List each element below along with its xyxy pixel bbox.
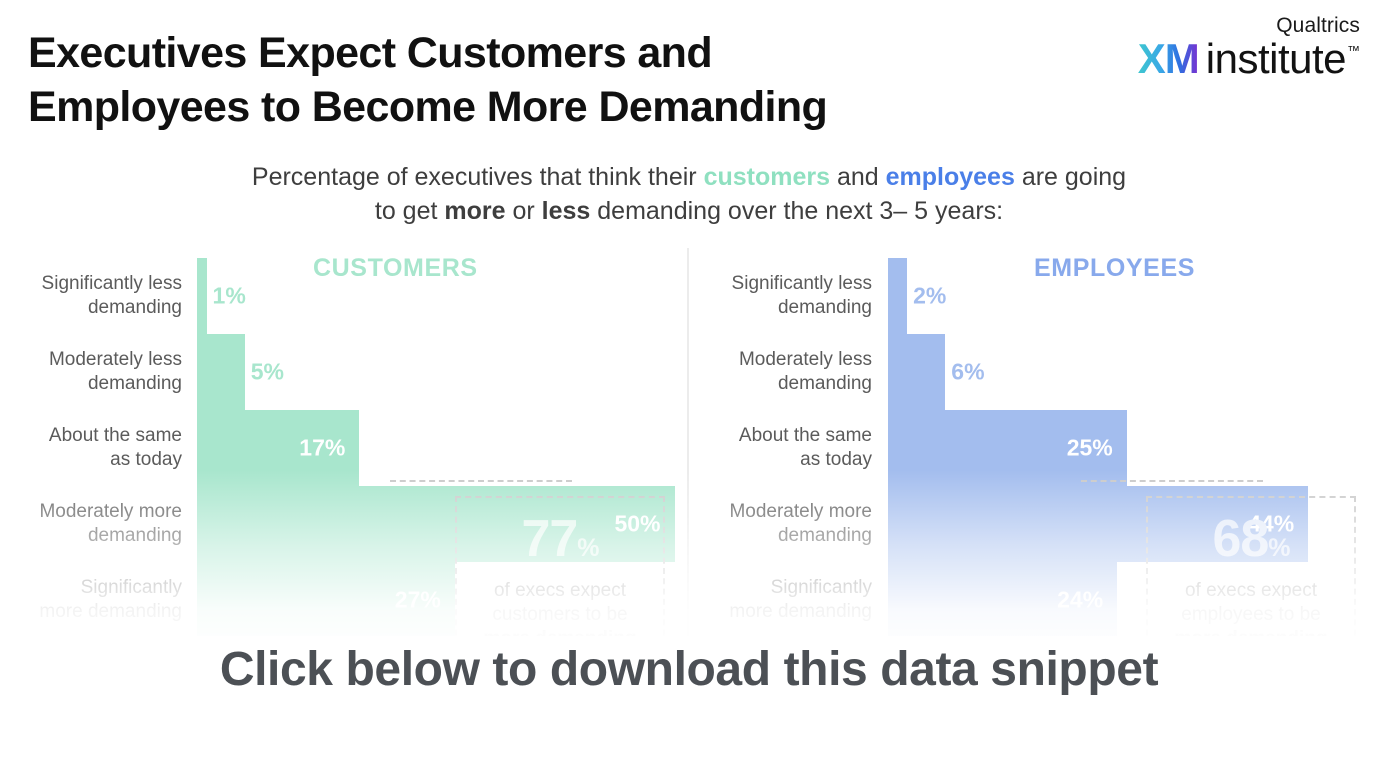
logo-xm-text: XM (1137, 35, 1200, 82)
trademark-icon: ™ (1347, 43, 1360, 58)
subtitle-part-4: to get (374, 197, 445, 225)
chart-row: 2% Significantly less demanding (689, 258, 1378, 334)
chart-bar-value: 2% (913, 282, 947, 309)
chart-bar: 24% (888, 562, 1118, 638)
chart-bar (888, 258, 908, 334)
chart-bar: 27% (197, 562, 455, 638)
chart-row-label: Significantly less demanding (731, 273, 872, 318)
chart-bar (888, 334, 946, 410)
chart-row: About the same as today 25% (689, 410, 1378, 486)
chart-row-label: Significantly less demanding (41, 273, 182, 318)
chart-row-label: Significantly more demanding (729, 577, 872, 622)
chart-bar: 17% (197, 410, 360, 486)
infographic-page: Executives Expect Customers and Employee… (0, 0, 1378, 769)
chart-row-label: Moderately more demanding (729, 501, 872, 546)
subtitle-part-3: are going (1014, 163, 1127, 191)
chart-bar-value: 27% (394, 586, 441, 613)
chart-row: 5% Moderately less demanding (0, 334, 687, 410)
charts-container: CUSTOMERS 1% Significantly less demanding… (0, 248, 1378, 649)
page-subtitle: Percentage of executives that think thei… (189, 160, 1189, 228)
qualtrics-xm-institute-logo: Qualtrics XM institute ™ (1138, 14, 1360, 80)
subtitle-less-word: less (541, 197, 591, 225)
chart-row: About the same as today 17% (0, 410, 687, 486)
subtitle-more-word: more (444, 197, 506, 225)
callout-employees-value: 68% (1212, 510, 1290, 568)
subtitle-part-1: Percentage of executives that think thei… (251, 163, 704, 191)
subtitle-part-2: and (830, 163, 886, 191)
chart-bar-value: 1% (212, 282, 246, 309)
chart-bar: 25% (888, 410, 1127, 486)
subtitle-employees-word: employees (885, 163, 1015, 191)
chart-bar (197, 334, 245, 410)
chart-customers: CUSTOMERS 1% Significantly less demanding… (0, 248, 687, 649)
download-banner-text: Click below to download this data snippe… (219, 643, 1159, 696)
page-title: Executives Expect Customers and Employee… (28, 26, 988, 134)
logo-wordmark: XM institute ™ (1138, 38, 1360, 80)
logo-institute-text: institute (1205, 35, 1347, 82)
callout-employees: 68% of execs expect employees to be more… (1146, 496, 1356, 649)
chart-bar-value: 6% (951, 358, 985, 385)
callout-employees-stub (1081, 480, 1263, 482)
chart-row-label: About the same as today (48, 425, 182, 470)
chart-row-label: Significantly more demanding (39, 577, 182, 622)
chart-row: 6% Moderately less demanding (689, 334, 1378, 410)
chart-row-label: About the same as today (738, 425, 872, 470)
subtitle-part-6: demanding over the next 3– 5 years: (590, 197, 1004, 225)
chart-row: 1% Significantly less demanding (0, 258, 687, 334)
chart-row-label: Moderately less demanding (738, 349, 872, 394)
callout-customers-value: 77% (521, 510, 599, 568)
chart-bar-value: 24% (1057, 586, 1104, 613)
chart-bar-value: 5% (250, 358, 284, 385)
subtitle-customers-word: customers (703, 163, 831, 191)
callout-customers-stub (390, 480, 572, 482)
chart-row-label: Moderately less demanding (48, 349, 182, 394)
chart-bar-value: 25% (1066, 434, 1113, 461)
chart-bar-value: 17% (299, 434, 346, 461)
page-title-line-1: Executives Expect Customers and (28, 29, 713, 77)
callout-customers: 77% of execs expect customers to be more… (455, 496, 665, 649)
chart-employees: EMPLOYEES 2% Significantly less demanding… (689, 248, 1378, 649)
chart-row-label: Moderately more demanding (39, 501, 182, 546)
page-title-line-2: Employees to Become More Demanding (28, 83, 828, 131)
subtitle-part-5: or (505, 197, 542, 225)
chart-bar (197, 258, 207, 334)
